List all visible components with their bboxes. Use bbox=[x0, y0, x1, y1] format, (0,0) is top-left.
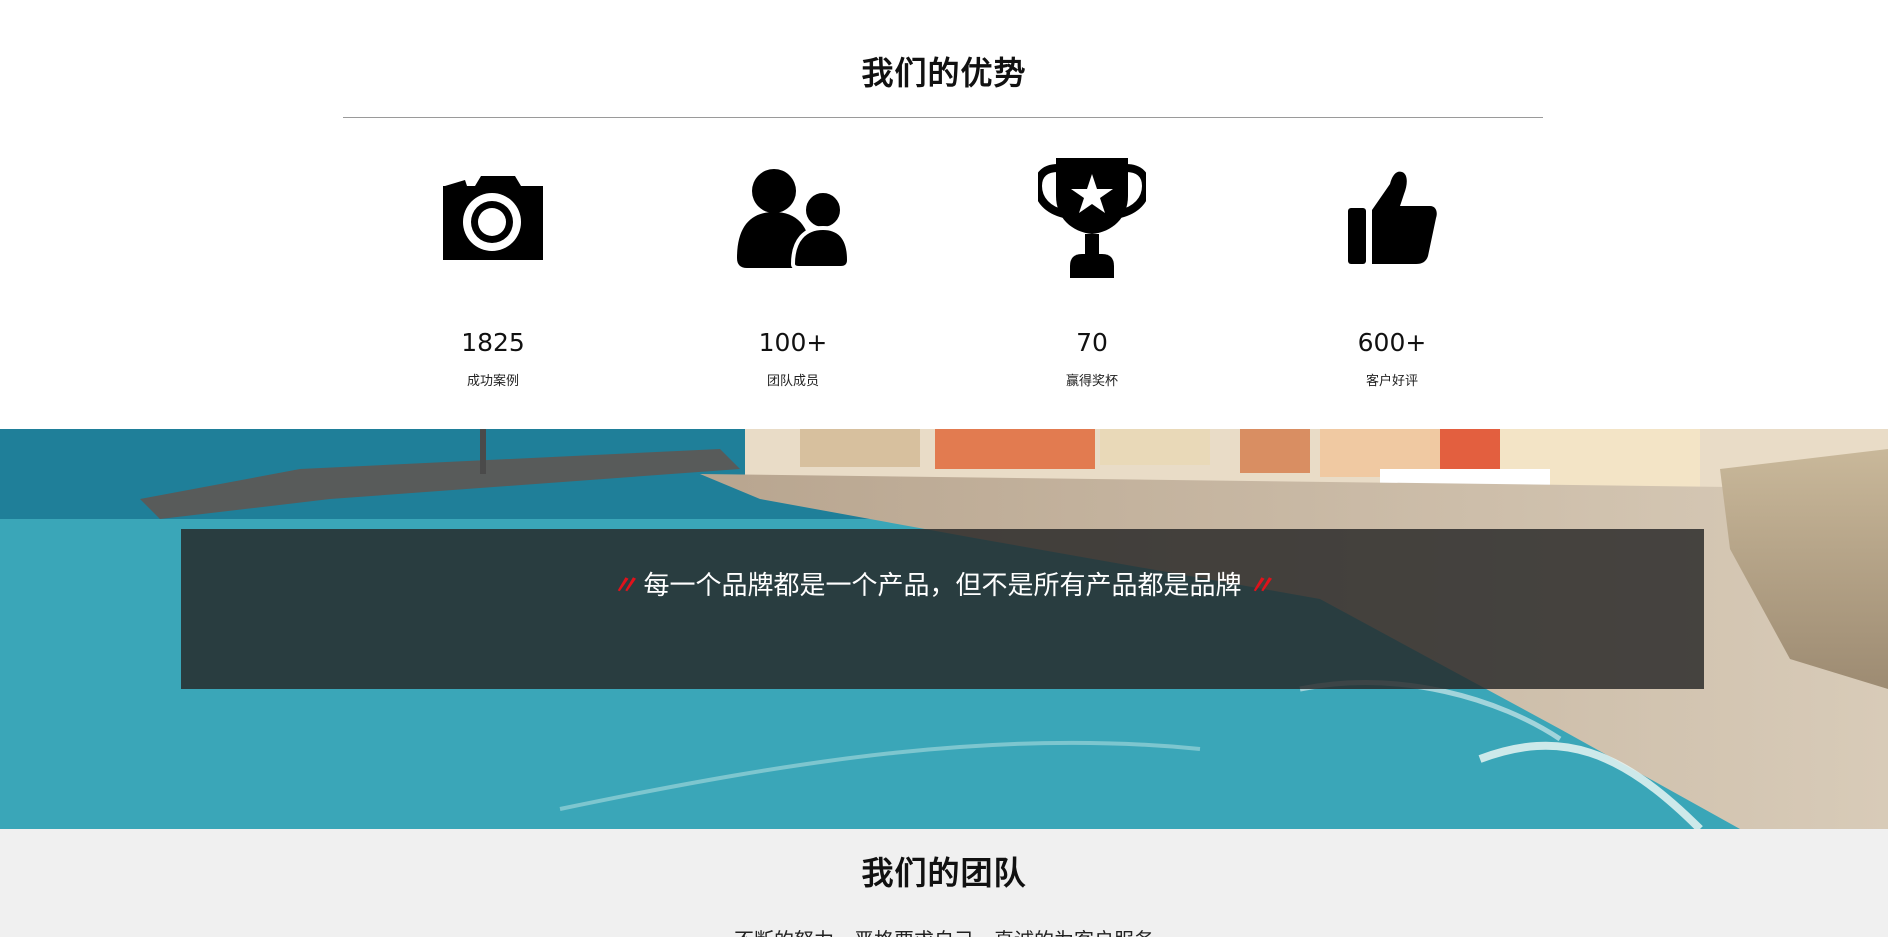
stat-caption: 团队成员 bbox=[766, 374, 819, 389]
stat-caption: 成功案例 bbox=[466, 374, 519, 389]
quote-overlay: 〃每一个品牌都是一个产品，但不是所有产品都是品牌〃 bbox=[181, 529, 1704, 689]
stat-value: 70 bbox=[1076, 328, 1108, 357]
advantages-title: 我们的优势 bbox=[861, 54, 1027, 92]
stat-caption: 赢得奖杯 bbox=[1065, 374, 1118, 389]
open-quote-mark: 〃 bbox=[611, 571, 638, 601]
trophy-icon bbox=[1034, 150, 1150, 286]
stat-item-reviews: 600+ 客户好评 bbox=[1292, 150, 1492, 400]
stat-caption: 客户好评 bbox=[1365, 374, 1418, 389]
divider bbox=[343, 117, 1543, 118]
team-section: 我们的团队 不断的努力，严格要求自己，真诚的为客户服务 bbox=[0, 829, 1888, 937]
stat-item-members: 100+ 团队成员 bbox=[693, 150, 893, 400]
quote-banner: 〃每一个品牌都是一个产品，但不是所有产品都是品牌〃 bbox=[0, 429, 1888, 829]
stat-item-trophies: 70 赢得奖杯 bbox=[992, 150, 1192, 400]
page: 我们的优势 1825 成功案例 100+ 团队成员 70 赢得奖杯 600+ 客… bbox=[0, 0, 1888, 937]
thumbs-up-icon bbox=[1334, 150, 1450, 286]
close-quote-mark: 〃 bbox=[1247, 571, 1274, 601]
quote-text: 每一个品牌都是一个产品，但不是所有产品都是品牌 bbox=[643, 571, 1242, 601]
stat-item-cases: 1825 成功案例 bbox=[393, 150, 593, 400]
team-users-icon bbox=[735, 150, 851, 286]
stat-value: 600+ bbox=[1357, 328, 1427, 357]
stat-value: 100+ bbox=[758, 328, 828, 357]
advantages-section: 我们的优势 1825 成功案例 100+ 团队成员 70 赢得奖杯 600+ 客… bbox=[0, 0, 1888, 429]
team-subtitle: 不断的努力，严格要求自己，真诚的为客户服务 bbox=[0, 924, 1888, 937]
team-title: 我们的团队 bbox=[861, 854, 1027, 892]
stat-value: 1825 bbox=[461, 328, 525, 357]
brand-quote: 〃每一个品牌都是一个产品，但不是所有产品都是品牌〃 bbox=[181, 565, 1704, 602]
camera-icon bbox=[435, 150, 551, 286]
